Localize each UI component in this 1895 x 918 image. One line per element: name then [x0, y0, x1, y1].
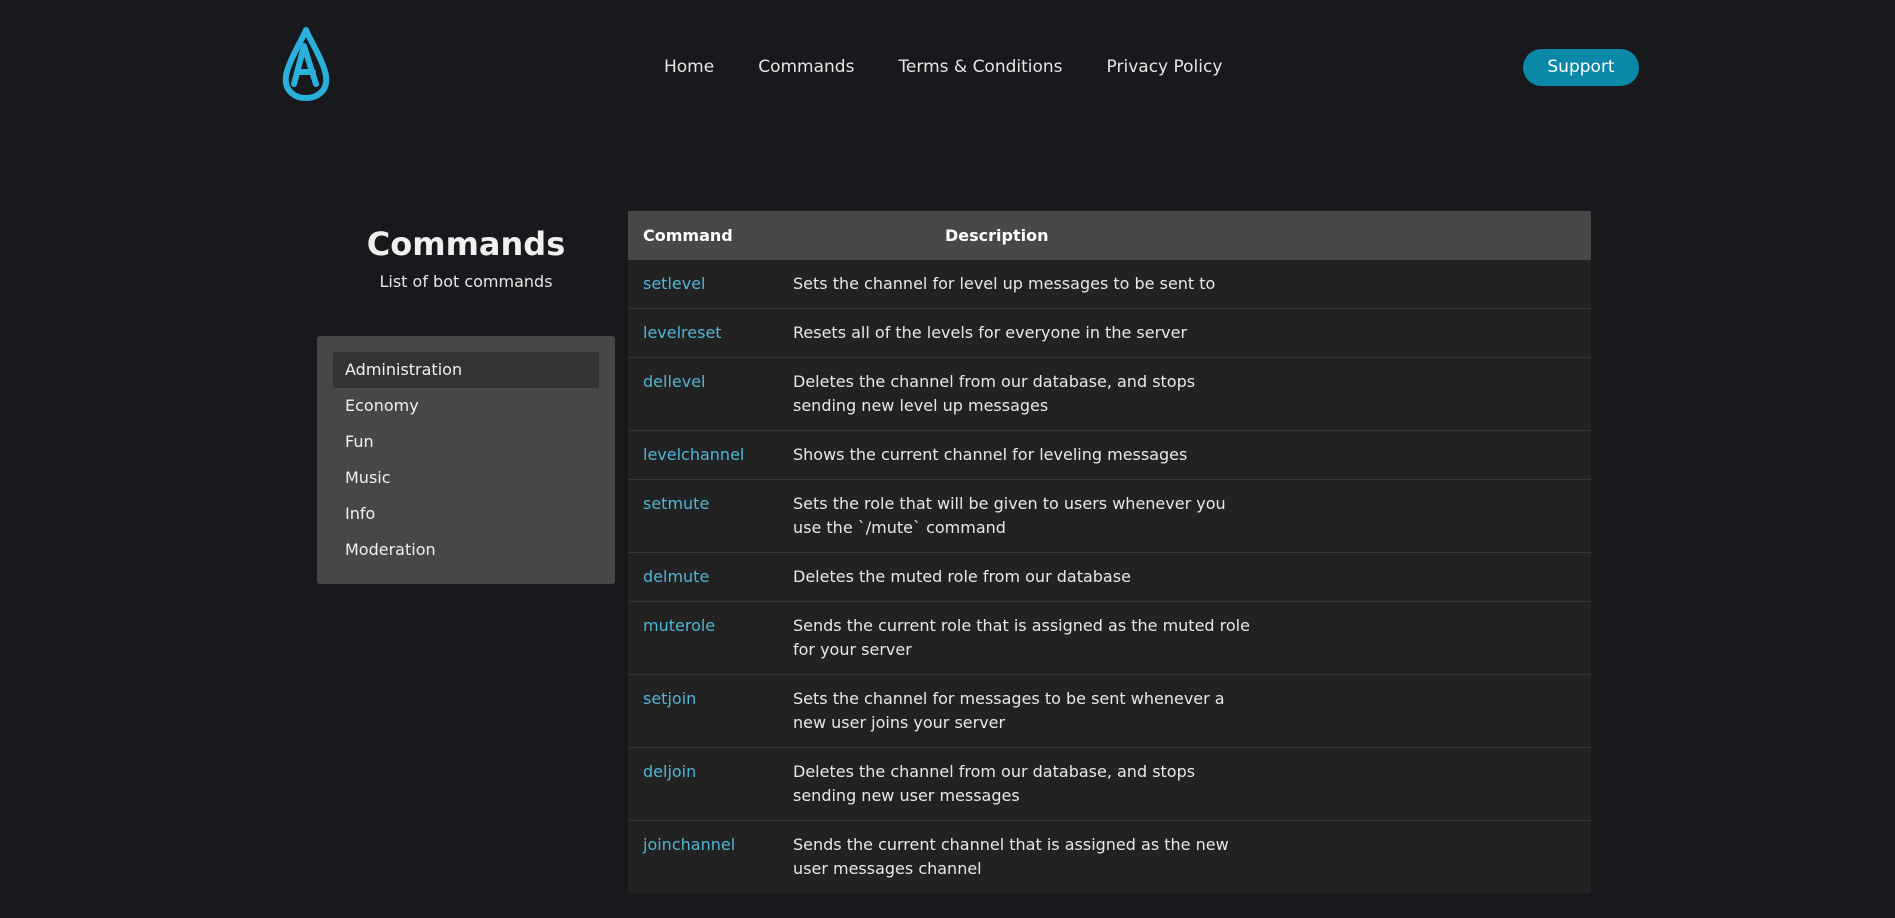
column-header-command: Command — [628, 211, 793, 260]
command-name: levelchannel — [628, 430, 793, 480]
page-title: Commands — [366, 225, 566, 263]
table-row: setlevel Sets the channel for level up m… — [628, 260, 1591, 309]
command-description: Sends the current channel that is assign… — [793, 835, 1229, 878]
command-name: setjoin — [628, 674, 793, 748]
main-nav: Home Commands Terms & Conditions Privacy… — [664, 55, 1266, 79]
table-row: setjoin Sets the channel for messages to… — [628, 674, 1591, 748]
table-row: delmute Deletes the muted role from our … — [628, 552, 1591, 602]
command-description: Deletes the channel from our database, a… — [793, 372, 1196, 415]
page-subtitle: List of bot commands — [379, 272, 553, 291]
command-description: Sets the channel for messages to be sent… — [793, 689, 1225, 732]
command-name: dellevel — [628, 357, 793, 431]
table-row: deljoin Deletes the channel from our dat… — [628, 747, 1591, 821]
category-menu: Administration Economy Fun Music Info Mo… — [317, 336, 615, 584]
column-header-description: Description — [793, 211, 1591, 260]
logo[interactable] — [280, 26, 332, 102]
command-description: Deletes the channel from our database, a… — [793, 762, 1196, 805]
command-name: levelreset — [628, 308, 793, 358]
command-name: delmute — [628, 552, 793, 602]
command-name: setmute — [628, 479, 793, 553]
category-administration[interactable]: Administration — [333, 352, 599, 388]
support-button[interactable]: Support — [1523, 49, 1639, 86]
command-name: muterole — [628, 601, 793, 675]
table-row: joinchannel Sends the current channel th… — [628, 821, 1591, 894]
command-description: Sets the role that will be given to user… — [793, 494, 1226, 537]
nav-commands[interactable]: Commands — [758, 55, 854, 79]
command-name: joinchannel — [643, 835, 736, 854]
commands-table: Command Description setlevel Sets the ch… — [628, 211, 1591, 893]
nav-terms[interactable]: Terms & Conditions — [898, 55, 1062, 79]
command-description: Deletes the muted role from our database — [793, 567, 1131, 586]
table-row: levelreset Resets all of the levels for … — [628, 308, 1591, 358]
command-description: Sets the channel for level up messages t… — [793, 274, 1216, 293]
command-description: Sends the current role that is assigned … — [793, 616, 1250, 659]
category-info[interactable]: Info — [333, 496, 599, 532]
category-list: Administration Economy Fun Music Info Mo… — [317, 336, 615, 568]
category-economy[interactable]: Economy — [333, 388, 599, 424]
command-description: Resets all of the levels for everyone in… — [793, 323, 1188, 342]
table-row: levelchannel Shows the current channel f… — [628, 430, 1591, 480]
command-name: deljoin — [628, 747, 793, 821]
droplet-a-logo-icon — [282, 27, 330, 101]
table-row: setmute Sets the role that will be given… — [628, 479, 1591, 553]
category-moderation[interactable]: Moderation — [333, 532, 599, 568]
table-header-row: Command Description — [628, 211, 1591, 260]
nav-home[interactable]: Home — [664, 55, 714, 79]
command-name: setlevel — [628, 260, 793, 309]
command-description: Shows the current channel for leveling m… — [793, 445, 1188, 464]
table-row: muterole Sends the current role that is … — [628, 601, 1591, 675]
nav-privacy[interactable]: Privacy Policy — [1107, 55, 1223, 79]
category-fun[interactable]: Fun — [333, 424, 599, 460]
table-row: dellevel Deletes the channel from our da… — [628, 357, 1591, 431]
category-music[interactable]: Music — [333, 460, 599, 496]
site-header: Home Commands Terms & Conditions Privacy… — [0, 0, 1895, 140]
